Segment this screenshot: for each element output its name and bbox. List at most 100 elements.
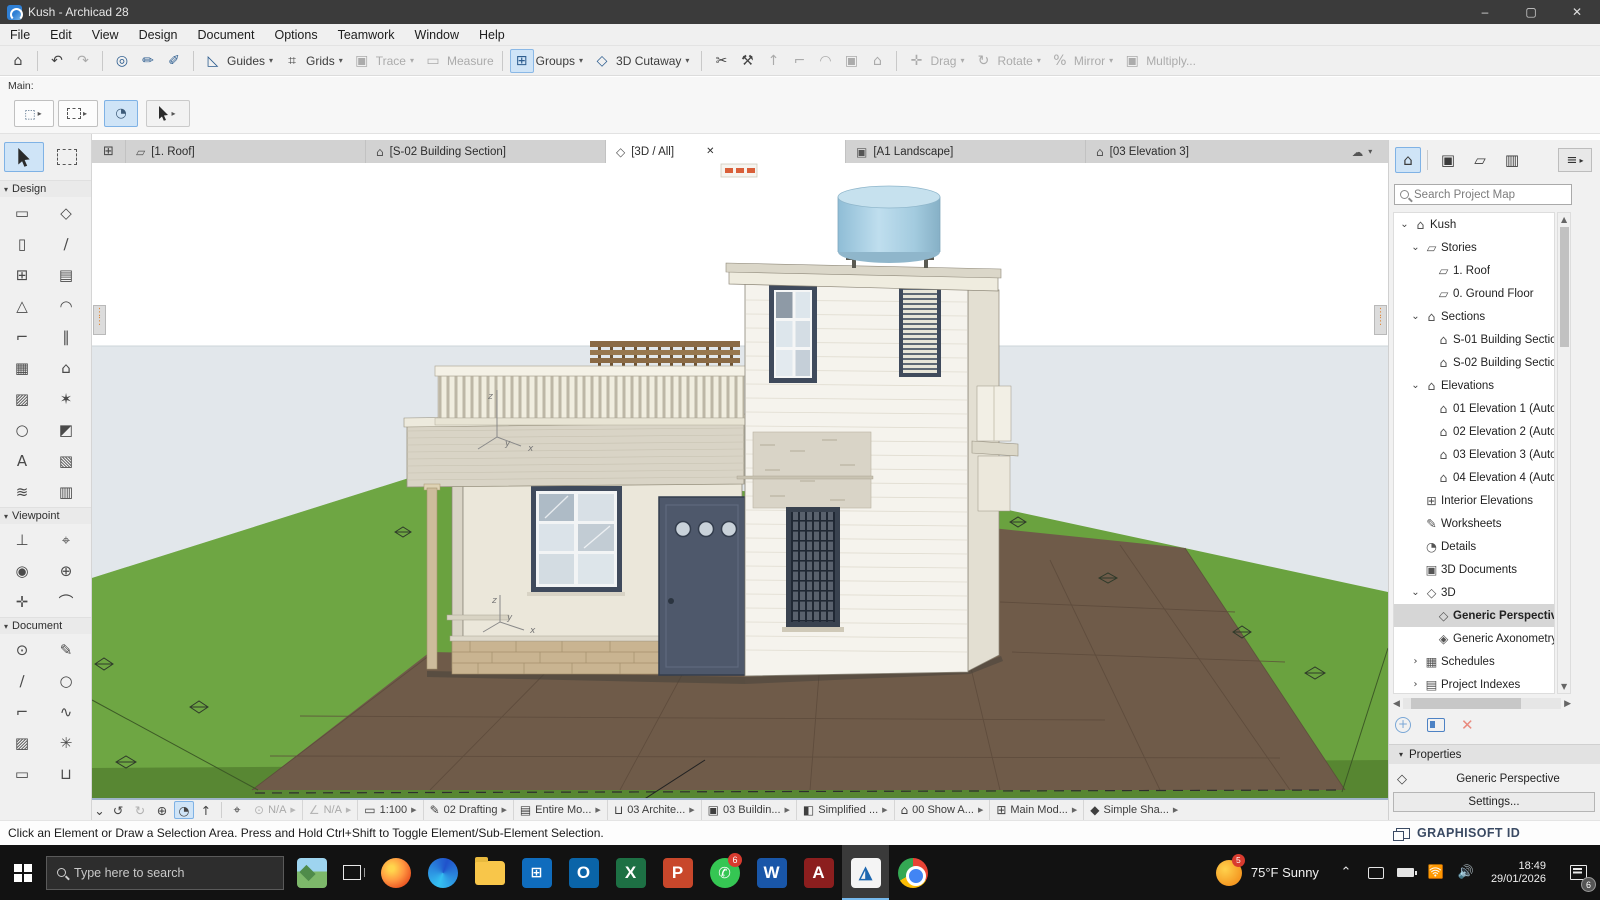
hotspot-tool[interactable]: ✳ (44, 727, 88, 758)
drag-label[interactable]: Drag (930, 54, 956, 68)
tree-item-3d[interactable]: ⌄◇3D (1394, 581, 1554, 604)
tree-item-3d-documents[interactable]: ▣3D Documents (1394, 558, 1554, 581)
taskbar-autocad[interactable]: A (795, 845, 842, 900)
cutaway-caret[interactable]: ▾ (685, 56, 689, 65)
guides-caret[interactable]: ▾ (269, 56, 273, 65)
tree-item-elevation-3[interactable]: ⌂03 Elevation 3 (Auto (1394, 443, 1554, 466)
find-select-icon[interactable]: ◎ (110, 49, 134, 73)
rotate-icon[interactable]: ↻ (971, 49, 995, 73)
multiply-icon[interactable]: ▣ (1120, 49, 1144, 73)
railing-tool[interactable]: ∥ (44, 321, 88, 352)
clock[interactable]: 18:49 29/01/2026 (1481, 860, 1556, 886)
dimension-style-dropdown[interactable]: ⊔ 03 Archite... ▶ (608, 800, 702, 820)
cutaway-icon[interactable]: ◇ (590, 49, 614, 73)
arrow-tool-button[interactable]: ▸ (146, 100, 190, 127)
mirror-caret[interactable]: ▾ (1109, 56, 1113, 65)
tree-item-elevation-4[interactable]: ⌂04 Elevation 4 (Auto (1394, 466, 1554, 489)
inject-parameters-icon[interactable]: ✐ (162, 49, 186, 73)
toolbox-section-viewpoint[interactable]: ▾ Viewpoint (0, 507, 91, 524)
pen-set-dropdown[interactable]: ✎ 02 Drafting ▶ (424, 800, 514, 820)
cast-icon[interactable] (1361, 845, 1391, 900)
delete-viewpoint-icon[interactable]: ✕ (1461, 716, 1474, 734)
battery-icon[interactable] (1391, 845, 1421, 900)
taskbar-powerpoint[interactable]: P (654, 845, 701, 900)
orientation-dropdown[interactable]: ∠ N/A ▶ (303, 800, 359, 820)
worksheet-tool[interactable]: ⊕ (44, 555, 88, 586)
taskbar-whatsapp[interactable]: ✆ 6 (701, 845, 748, 900)
text-tool[interactable]: A (0, 445, 44, 476)
mirror-label[interactable]: Mirror (1074, 54, 1105, 68)
tab-elevation[interactable]: ⌂ [03 Elevation 3] (1086, 140, 1326, 163)
marquee-tool[interactable] (48, 142, 86, 172)
marquee-select-button[interactable]: ▸ (58, 100, 98, 127)
groups-caret[interactable]: ▾ (579, 56, 583, 65)
tree-item-elevation-1[interactable]: ⌂01 Elevation 1 (Auto (1394, 397, 1554, 420)
roof-tool[interactable]: △ (0, 290, 44, 321)
tree-item-generic-axonometry[interactable]: ◈Generic Axonometry (1394, 627, 1554, 650)
menu-options[interactable]: Options (264, 24, 327, 46)
window-tool[interactable]: ⊞ (0, 259, 44, 290)
taskbar-archicad[interactable]: ◮ (842, 845, 889, 900)
tree-item-worksheets[interactable]: ✎Worksheets (1394, 512, 1554, 535)
trace-caret[interactable]: ▾ (410, 56, 414, 65)
rotate-caret[interactable]: ▾ (1037, 56, 1041, 65)
stretch-icon[interactable]: ⌂ (865, 49, 889, 73)
tab-layout[interactable]: ▣ [A1 Landscape] (846, 140, 1086, 163)
layer-combination-dropdown[interactable]: ▤ Entire Mo... ▶ (514, 800, 608, 820)
weather-widget[interactable]: 5 75°F Sunny (1204, 845, 1331, 900)
tree-vertical-scrollbar[interactable]: ▲▼ (1557, 212, 1571, 694)
level-dimension-tool[interactable]: ⊙ (0, 634, 44, 665)
tree-item-elevations[interactable]: ⌄⌂Elevations (1394, 374, 1554, 397)
door-tool[interactable]: ◇ (44, 197, 88, 228)
column-tool[interactable]: ▯ (0, 228, 44, 259)
shadow-settings-dropdown[interactable]: ◆ Simple Sha... ▶ (1084, 800, 1184, 820)
menu-view[interactable]: View (82, 24, 129, 46)
taskbar-excel[interactable]: X (607, 845, 654, 900)
mesh-tool[interactable]: ▨ (0, 383, 44, 414)
resize-icon[interactable]: ▣ (839, 49, 863, 73)
volume-icon[interactable]: 🔊 (1451, 845, 1481, 900)
tree-item-project-indexes[interactable]: ›▤Project Indexes (1394, 673, 1554, 694)
circle-tool[interactable]: ○ (44, 665, 88, 696)
grids-caret[interactable]: ▾ (339, 56, 343, 65)
stair-tool[interactable]: ⌐ (0, 321, 44, 352)
taskbar-chrome[interactable] (889, 845, 936, 900)
taskbar-word[interactable]: W (748, 845, 795, 900)
panel-menu-button[interactable]: ≡ ▸ (1558, 148, 1592, 172)
search-highlights-button[interactable] (292, 845, 332, 900)
measure-icon[interactable]: ▭ (421, 49, 445, 73)
groups-label[interactable]: Groups (536, 54, 575, 68)
more-design-tool[interactable]: ▥ (44, 476, 88, 507)
close-button[interactable]: ✕ (1554, 0, 1600, 24)
tree-item-details[interactable]: ◔Details (1394, 535, 1554, 558)
figure-tool[interactable]: ⊔ (44, 758, 88, 789)
line-tool[interactable]: ≋ (0, 476, 44, 507)
beam-tool[interactable]: ∕ (44, 228, 88, 259)
tab-close-icon[interactable]: ✕ (706, 146, 714, 157)
interior-elevation-tool[interactable]: ◉ (0, 555, 44, 586)
fill-tool[interactable]: ▧ (44, 445, 88, 476)
zoom-value-dropdown[interactable]: ⊙ N/A ▶ (248, 800, 303, 820)
wall-tool[interactable]: ▭ (0, 197, 44, 228)
scale-dropdown[interactable]: ▭ 1:100 ▶ (358, 800, 423, 820)
elevation-tool[interactable]: ⌖ (44, 524, 88, 555)
wifi-icon[interactable]: 🛜 (1421, 845, 1451, 900)
curtain-wall-tool[interactable]: ▦ (0, 352, 44, 383)
tree-item-interior-elevations[interactable]: ⊞Interior Elevations (1394, 489, 1554, 512)
menu-document[interactable]: Document (188, 24, 265, 46)
settings-button[interactable]: Settings... (1393, 792, 1595, 812)
tree-item-roof[interactable]: ▱1. Roof (1394, 259, 1554, 282)
marquee-drag-button[interactable]: ⬚ ▸ (14, 100, 54, 127)
split-icon[interactable]: ✂ (709, 49, 733, 73)
toolbox-section-design[interactable]: ▾ Design (0, 180, 91, 197)
slab-tool[interactable]: ▤ (44, 259, 88, 290)
shell-tool[interactable]: ◠ (44, 290, 88, 321)
guides-label[interactable]: Guides (227, 54, 265, 68)
undo-icon[interactable]: ↶ (45, 49, 69, 73)
annotation-tool[interactable]: ✎ (44, 634, 88, 665)
tree-item-elevation-2[interactable]: ⌂02 Elevation 2 (Auto (1394, 420, 1554, 443)
minimize-button[interactable]: – (1462, 0, 1508, 24)
view-map-icon[interactable]: ▣ (1435, 147, 1461, 173)
left-pane-handle[interactable]: ⋮⋮ (93, 305, 106, 335)
add-viewpoint-icon[interactable]: + (1395, 717, 1411, 733)
